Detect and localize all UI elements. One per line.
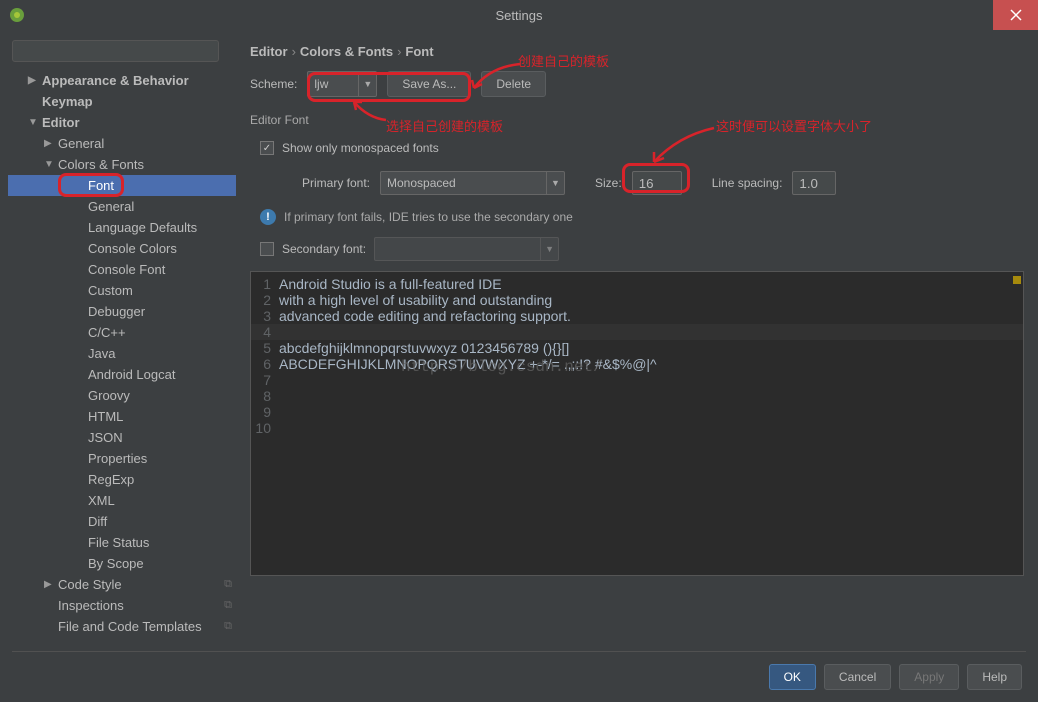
tree-item-console-colors[interactable]: Console Colors — [8, 238, 236, 259]
editor-font-title: Editor Font — [250, 113, 1024, 127]
preview-line: 6ABCDEFGHIJKLMNOPQRSTUVWXYZ +-*/= .,;:!?… — [251, 356, 1023, 372]
tree-item-c-c-[interactable]: C/C++ — [8, 322, 236, 343]
window-title: Settings — [496, 8, 543, 23]
secondary-font-select[interactable]: ▼ — [374, 237, 559, 261]
tree-item-inspections[interactable]: Inspections⧉ — [8, 595, 236, 616]
tree-item-debugger[interactable]: Debugger — [8, 301, 236, 322]
breadcrumb: Editor›Colors & Fonts›Font — [250, 38, 1024, 71]
size-label: Size: — [595, 176, 622, 190]
info-icon: ! — [260, 209, 276, 225]
settings-tree[interactable]: ▶Appearance & Behavior Keymap▼Editor▶Gen… — [8, 70, 236, 632]
main-panel: Editor›Colors & Fonts›Font Scheme: ljw ▼… — [244, 38, 1030, 632]
preview-line: 9 — [251, 404, 1023, 420]
tree-item-custom[interactable]: Custom — [8, 280, 236, 301]
tree-item-general[interactable]: General — [8, 196, 236, 217]
preview-line: 5abcdefghijklmnopqrstuvwxyz 0123456789 (… — [251, 340, 1023, 356]
chevron-down-icon: ▼ — [540, 238, 558, 260]
show-mono-label: Show only monospaced fonts — [282, 141, 439, 155]
primary-font-select[interactable]: Monospaced ▼ — [380, 171, 565, 195]
tree-item-regexp[interactable]: RegExp — [8, 469, 236, 490]
title-bar: Settings — [0, 0, 1038, 30]
preview-line: 4 — [251, 324, 1023, 340]
tree-item-json[interactable]: JSON — [8, 427, 236, 448]
help-button[interactable]: Help — [967, 664, 1022, 690]
tree-item-file-and-code-templates[interactable]: File and Code Templates⧉ — [8, 616, 236, 632]
tree-item-language-defaults[interactable]: Language Defaults — [8, 217, 236, 238]
preview-line: 1Android Studio is a full-featured IDE — [251, 276, 1023, 292]
watermark: http://blog.csdn.net/ — [401, 358, 603, 376]
preview-line: 10 — [251, 420, 1023, 436]
line-spacing-input[interactable] — [792, 171, 836, 195]
search-input[interactable] — [12, 40, 219, 62]
tree-item-colors-fonts[interactable]: ▼Colors & Fonts — [8, 154, 236, 175]
secondary-font-label: Secondary font: — [282, 242, 366, 256]
tree-item-font[interactable]: Font — [8, 175, 236, 196]
show-mono-checkbox[interactable]: ✓ — [260, 141, 274, 155]
app-icon — [8, 6, 26, 24]
tree-item-java[interactable]: Java — [8, 343, 236, 364]
save-as-button[interactable]: Save As... — [387, 71, 471, 97]
tree-item-appearance-behavior[interactable]: ▶Appearance & Behavior — [8, 70, 236, 91]
tree-item-file-status[interactable]: File Status — [8, 532, 236, 553]
tree-item-xml[interactable]: XML — [8, 490, 236, 511]
chevron-down-icon: ▼ — [546, 172, 564, 194]
tree-item-android-logcat[interactable]: Android Logcat — [8, 364, 236, 385]
preview-line: 7 — [251, 372, 1023, 388]
preview-line: 8 — [251, 388, 1023, 404]
tree-item-groovy[interactable]: Groovy — [8, 385, 236, 406]
tree-item-properties[interactable]: Properties — [8, 448, 236, 469]
ok-button[interactable]: OK — [769, 664, 816, 690]
apply-button[interactable]: Apply — [899, 664, 959, 690]
chevron-down-icon: ▼ — [358, 72, 376, 96]
preview-line: 2with a high level of usability and outs… — [251, 292, 1023, 308]
scheme-label: Scheme: — [250, 77, 297, 91]
delete-button[interactable]: Delete — [481, 71, 546, 97]
tree-item-keymap[interactable]: Keymap — [8, 91, 236, 112]
size-input[interactable] — [632, 171, 682, 195]
tree-item-html[interactable]: HTML — [8, 406, 236, 427]
tree-item-general[interactable]: ▶General — [8, 133, 236, 154]
tree-item-editor[interactable]: ▼Editor — [8, 112, 236, 133]
info-text: If primary font fails, IDE tries to use … — [284, 210, 573, 224]
divider — [12, 651, 1026, 652]
secondary-font-checkbox[interactable] — [260, 242, 274, 256]
tree-item-by-scope[interactable]: By Scope — [8, 553, 236, 574]
tree-item-console-font[interactable]: Console Font — [8, 259, 236, 280]
font-preview: http://blog.csdn.net/ 1Android Studio is… — [250, 271, 1024, 576]
copy-icon: ⧉ — [224, 620, 232, 632]
sidebar: ▶Appearance & Behavior Keymap▼Editor▶Gen… — [8, 38, 236, 632]
line-spacing-label: Line spacing: — [712, 176, 783, 190]
copy-icon: ⧉ — [224, 599, 232, 612]
copy-icon: ⧉ — [224, 578, 232, 591]
preview-line: 3advanced code editing and refactoring s… — [251, 308, 1023, 324]
tree-item-code-style[interactable]: ▶Code Style⧉ — [8, 574, 236, 595]
primary-font-label: Primary font: — [260, 176, 370, 190]
cancel-button[interactable]: Cancel — [824, 664, 891, 690]
scheme-select[interactable]: ljw ▼ — [307, 71, 377, 97]
tree-item-diff[interactable]: Diff — [8, 511, 236, 532]
close-button[interactable] — [993, 0, 1038, 30]
warning-stripe — [1013, 276, 1021, 284]
